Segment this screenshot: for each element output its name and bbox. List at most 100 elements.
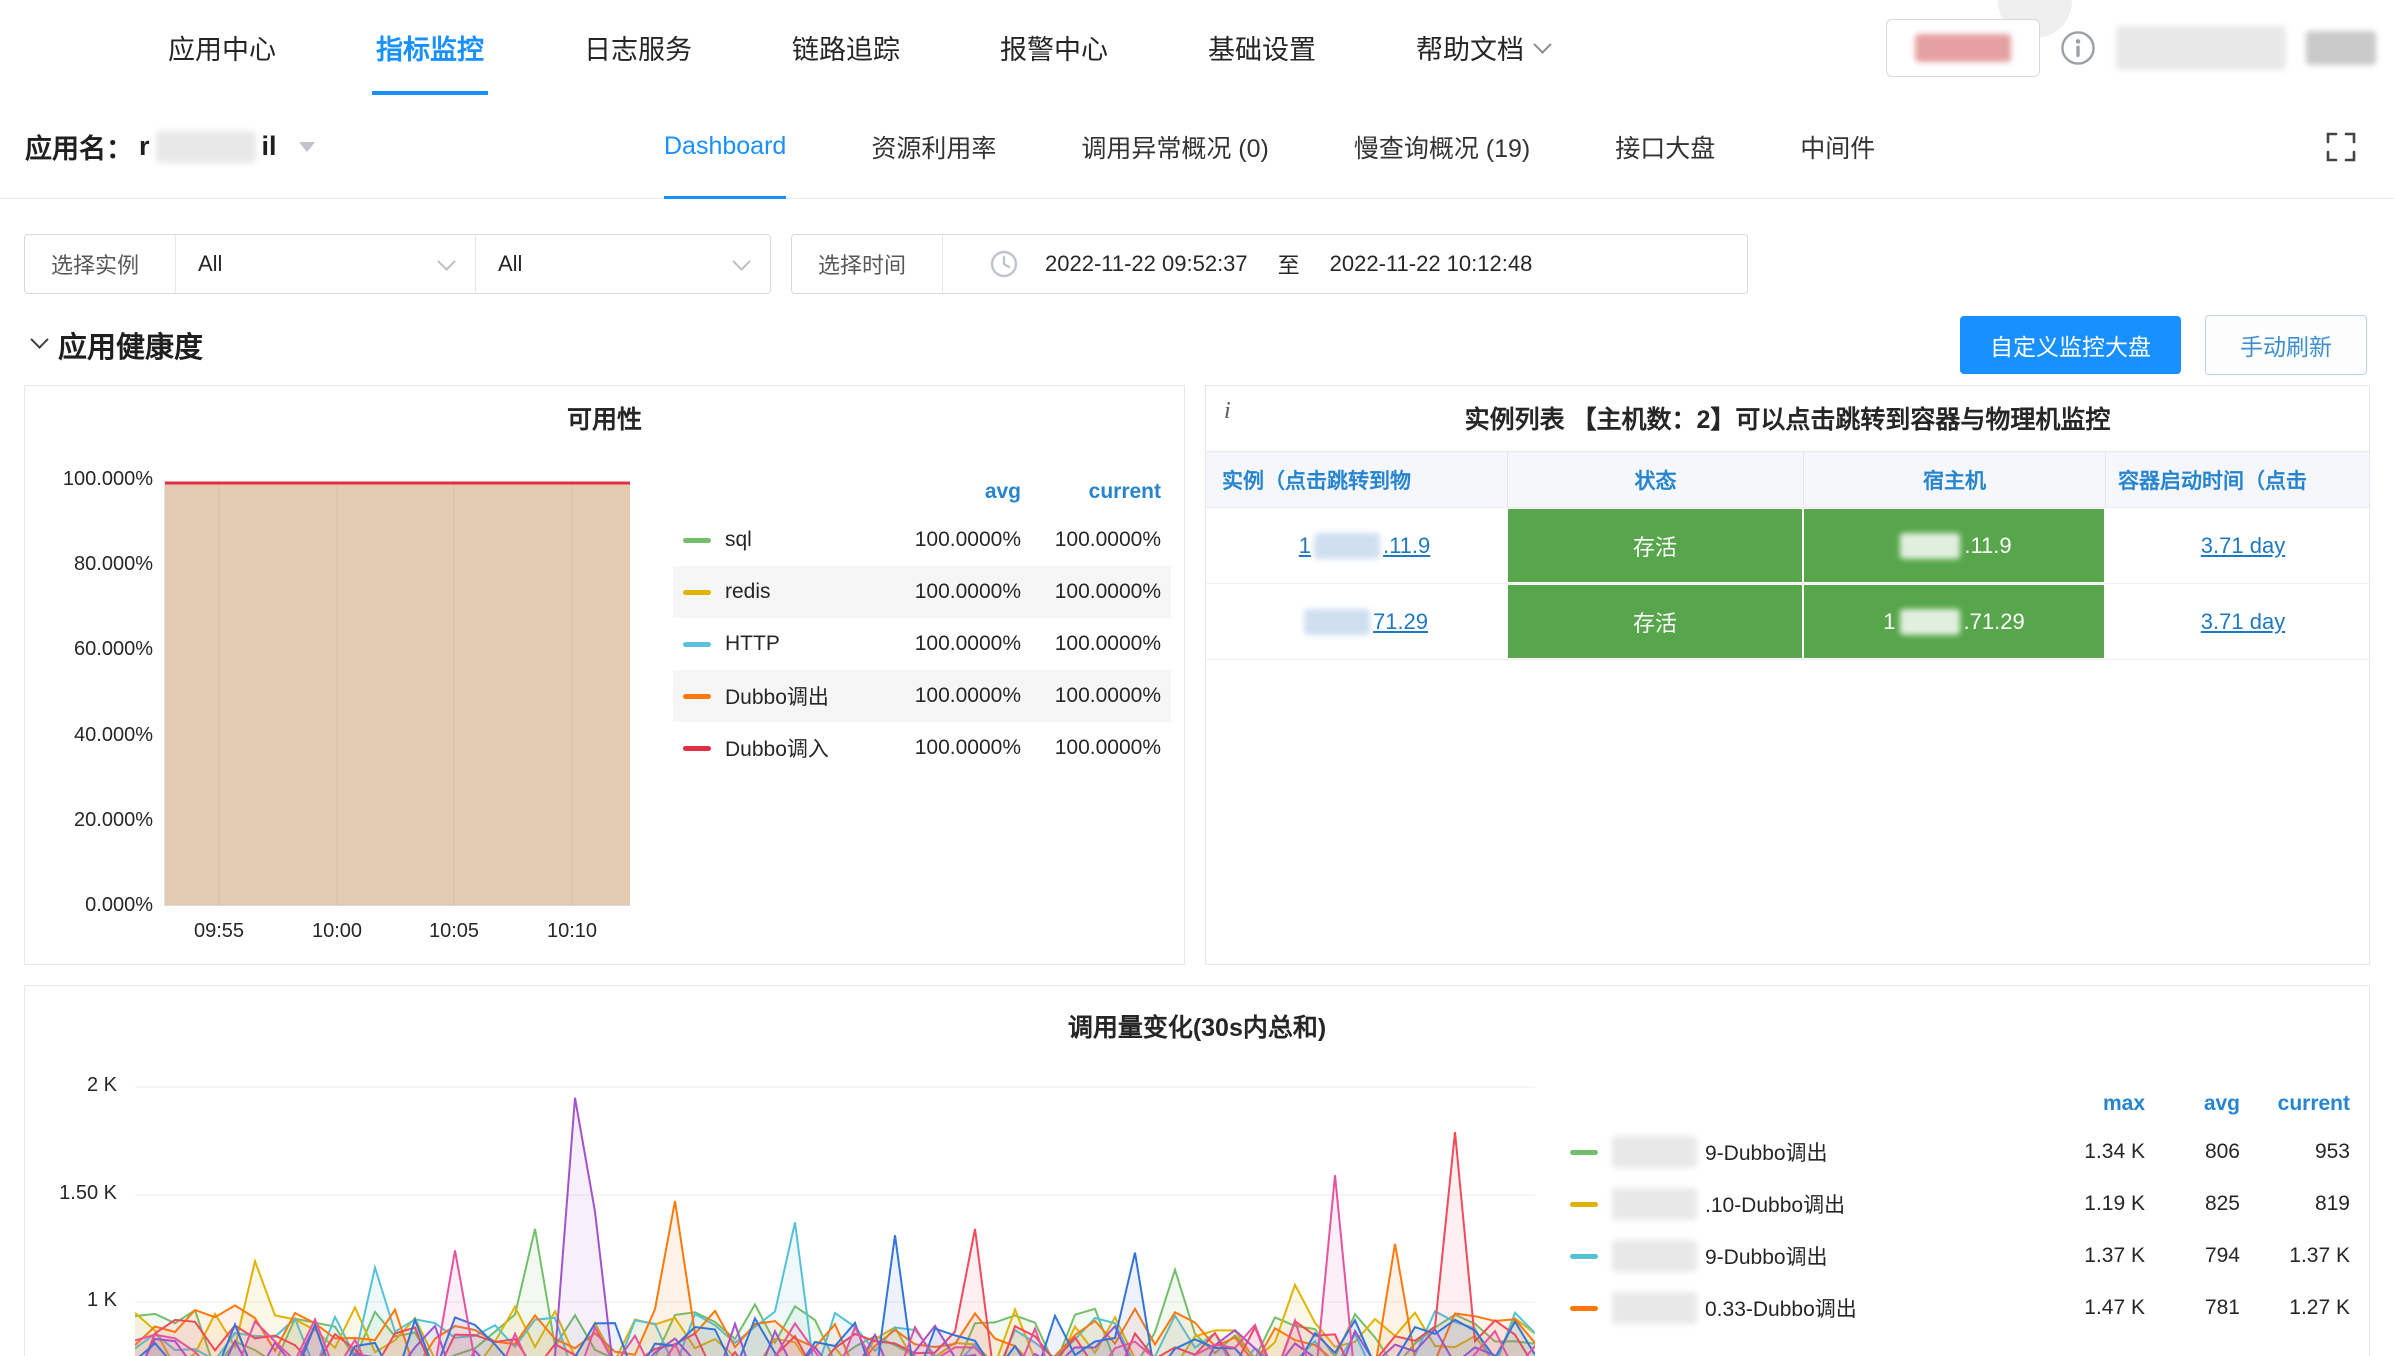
legend-row-dubbo-out[interactable]: Dubbo调出 100.0000% 100.0000%	[673, 670, 1171, 722]
host-ip-prefix: 1	[1883, 609, 1895, 635]
series-name: .10-Dubbo调出	[1705, 1189, 1845, 1219]
clock-icon	[989, 249, 1019, 279]
instance-table: 实例（点击跳转到物 状态 宿主机 容器启动时间（点击 1 .11.9 存活	[1206, 451, 2369, 660]
series-name: Dubbo调出	[725, 681, 829, 711]
top-nav: 应用中心 指标监控 日志服务 链路追踪 报警中心 基础设置 帮助文档	[0, 0, 2394, 95]
redacted-series-name	[1612, 1240, 1697, 1272]
legend-row[interactable]: 9-Dubbo调出 1.34 K 806 953	[1570, 1126, 2350, 1178]
tab-api-dashboard[interactable]: 接口大盘	[1615, 95, 1715, 198]
custom-dashboard-button[interactable]: 自定义监控大盘	[1960, 316, 2181, 374]
caret-down-icon[interactable]	[299, 142, 315, 152]
series-current: 1.27 K	[2240, 1296, 2350, 1320]
redacted-series-name	[1612, 1188, 1697, 1220]
uptime-link[interactable]: 3.71 day	[2201, 609, 2285, 635]
tab-slow-queries[interactable]: 慢查询概况 (19)	[1354, 95, 1530, 198]
redacted-user-name[interactable]	[2116, 26, 2286, 70]
series-name: 9-Dubbo调出	[1705, 1137, 1828, 1167]
legend-row[interactable]: 9-Dubbo调出 1.37 K 794 1.37 K	[1570, 1230, 2350, 1282]
legend-header-current: current	[2240, 1092, 2350, 1116]
instance-list-panel: i 实例列表 【主机数：2】可以点击跳转到容器与物理机监控 实例（点击跳转到物 …	[1205, 385, 2370, 965]
series-max: 1.19 K	[2035, 1192, 2145, 1216]
availability-title: 可用性	[25, 400, 1184, 436]
time-range-picker[interactable]: 2022-11-22 09:52:37 至 2022-11-22 10:12:4…	[943, 248, 1532, 280]
legend-header-avg: avg	[2145, 1092, 2240, 1116]
redacted-org-selector[interactable]	[1886, 19, 2040, 77]
series-name: redis	[725, 580, 771, 604]
fullscreen-button[interactable]	[2318, 124, 2364, 170]
y-axis-label: 1 K	[25, 1289, 117, 1315]
nav-item-basic-settings[interactable]: 基础设置	[1208, 0, 1316, 95]
series-name: 9-Dubbo调出	[1705, 1241, 1828, 1271]
manual-refresh-button[interactable]: 手动刷新	[2205, 315, 2367, 375]
info-icon[interactable]	[2060, 30, 2096, 66]
series-color-dash	[1570, 1306, 1598, 1311]
series-avg: 794	[2145, 1244, 2240, 1268]
host-cell[interactable]: .11.9	[1804, 509, 2104, 582]
series-current: 100.0000%	[1021, 684, 1161, 708]
instance-link[interactable]: 1 .11.9	[1299, 533, 1431, 559]
tab-middleware[interactable]: 中间件	[1800, 95, 1875, 198]
select-value: All	[198, 251, 222, 277]
legend-header-current: current	[1021, 480, 1161, 504]
nav-item-tracing[interactable]: 链路追踪	[792, 0, 900, 95]
col-header-status: 状态	[1507, 452, 1803, 507]
x-axis-label: 10:10	[527, 920, 617, 946]
health-section-toggle[interactable]: 应用健康度	[33, 310, 203, 380]
series-color-dash	[683, 590, 711, 595]
legend-header-max: max	[2035, 1092, 2145, 1116]
legend-row[interactable]: .10-Dubbo调出 1.19 K 825 819	[1570, 1178, 2350, 1230]
instance-row: 1 .11.9 存活 .11.9 3.71 day	[1206, 508, 2369, 584]
series-avg: 100.0000%	[881, 528, 1021, 552]
instance-link[interactable]: 71.29	[1301, 609, 1428, 635]
redacted-user-menu[interactable]	[2306, 31, 2376, 65]
host-cell[interactable]: 1 .71.29	[1804, 585, 2104, 658]
call-volume-chart	[135, 1081, 1535, 1356]
series-current: 819	[2240, 1192, 2350, 1216]
y-axis-label: 0.000%	[25, 894, 153, 920]
availability-panel: 可用性 100.000% 80.000% 60.000% 40.000% 20.…	[24, 385, 1185, 965]
nav-item-alert-center[interactable]: 报警中心	[1000, 0, 1108, 95]
fullscreen-icon	[2324, 130, 2358, 164]
status-badge: 存活	[1508, 585, 1802, 658]
instance-filter-label: 选择实例	[25, 248, 175, 280]
redacted-app-name	[156, 131, 256, 163]
series-name: sql	[725, 528, 752, 552]
series-current: 100.0000%	[1021, 580, 1161, 604]
legend-row-redis[interactable]: redis 100.0000% 100.0000%	[673, 566, 1171, 618]
chevron-down-icon	[437, 252, 455, 270]
dashboard-tabs: Dashboard 资源利用率 调用异常概况 (0) 慢查询概况 (19) 接口…	[664, 95, 1875, 198]
tab-dashboard[interactable]: Dashboard	[664, 95, 786, 198]
time-range-filter: 选择时间 2022-11-22 09:52:37 至 2022-11-22 10…	[791, 234, 1748, 294]
legend-row-http[interactable]: HTTP 100.0000% 100.0000%	[673, 618, 1171, 670]
redacted-series-name	[1612, 1136, 1697, 1168]
time-to-label: 至	[1278, 248, 1300, 280]
series-color-dash	[1570, 1254, 1598, 1259]
tab-resource-utilization[interactable]: 资源利用率	[871, 95, 996, 198]
series-avg: 806	[2145, 1140, 2240, 1164]
nav-item-log-service[interactable]: 日志服务	[584, 0, 692, 95]
redacted-ip	[1304, 609, 1370, 635]
tab-call-exceptions[interactable]: 调用异常概况 (0)	[1081, 95, 1269, 198]
legend-header: max avg current	[1570, 1082, 2350, 1126]
instance-select-1[interactable]: All	[175, 235, 475, 293]
instance-row: 71.29 存活 1 .71.29 3.71 day	[1206, 584, 2369, 660]
series-avg: 825	[2145, 1192, 2240, 1216]
series-color-dash	[1570, 1150, 1598, 1155]
y-axis-label: 60.000%	[25, 638, 153, 664]
health-section-header: 应用健康度 自定义监控大盘 手动刷新	[0, 310, 2394, 380]
series-color-dash	[1570, 1202, 1598, 1207]
nav-item-help-docs[interactable]: 帮助文档	[1416, 0, 1549, 95]
app-bar: 应用名： r il Dashboard 资源利用率 调用异常概况 (0) 慢查询…	[0, 95, 2394, 199]
instance-ip-prefix: 1	[1299, 533, 1311, 559]
nav-item-app-center[interactable]: 应用中心	[168, 0, 276, 95]
legend-row[interactable]: 0.33-Dubbo调出 1.47 K 781 1.27 K	[1570, 1282, 2350, 1334]
time-filter-label: 选择时间	[792, 248, 942, 280]
y-axis-label: 2 K	[25, 1074, 117, 1100]
nav-item-metrics-monitoring[interactable]: 指标监控	[376, 0, 484, 95]
collapse-chevron-icon	[30, 330, 48, 348]
instance-select-2[interactable]: All	[475, 235, 770, 293]
legend-row-dubbo-in[interactable]: Dubbo调入 100.0000% 100.0000%	[673, 722, 1171, 774]
redacted-ip	[1314, 533, 1380, 559]
uptime-link[interactable]: 3.71 day	[2201, 533, 2285, 559]
legend-row-sql[interactable]: sql 100.0000% 100.0000%	[673, 514, 1171, 566]
